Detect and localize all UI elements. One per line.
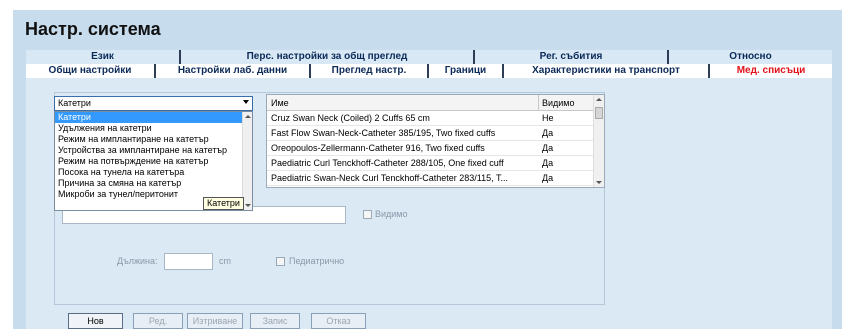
category-dropdown-list: Катетри Удължения на катетри Режим на импл… (54, 111, 253, 211)
dropdown-scrollbar[interactable] (242, 112, 252, 210)
edit-button[interactable]: Ред. (133, 313, 183, 329)
page-title: Настр. система (25, 19, 161, 39)
scroll-down-icon[interactable] (245, 204, 251, 207)
cell-name: Fast Flow Swan-Neck-Catheter 385/195, Tw… (271, 128, 496, 138)
visible-label: Видимо (375, 209, 408, 219)
cell-visible: Да (542, 173, 554, 183)
cell-visible: Да (542, 143, 554, 153)
column-header-name[interactable]: Име (267, 95, 539, 111)
tab-event-log[interactable]: Рег. събития (475, 50, 669, 64)
table-scrollbar[interactable] (593, 95, 604, 187)
dropdown-option[interactable]: Режим на имплантиране на катетър (55, 134, 243, 145)
tab-lab-data-settings[interactable]: Настройки лаб. данни (156, 64, 311, 78)
dropdown-option[interactable]: Устройства за имплантиране на катетър (55, 145, 243, 156)
tab-overview-settings[interactable]: Преглед настр. (311, 64, 429, 78)
category-options: Катетри Удължения на катетри Режим на импл… (55, 112, 243, 200)
cancel-button[interactable]: Отказ (311, 313, 366, 329)
category-select-value: Катетри (58, 98, 91, 108)
tab-language[interactable]: Език (26, 50, 181, 64)
tab-row-bottom: Общи настройки Настройки лаб. данни Прег… (26, 64, 832, 78)
delete-button[interactable]: Изтриване (187, 313, 243, 329)
length-unit: cm (219, 256, 231, 266)
tab-row-top: Език Перс. настройки за общ преглед Рег.… (26, 50, 832, 64)
tab-about[interactable]: Относно (669, 50, 832, 64)
tab-limits[interactable]: Граници (429, 64, 504, 78)
table-row[interactable]: Oreopoulos-Zellermann-Catheter 916, Two … (267, 141, 594, 156)
length-label: Дължина: (117, 256, 158, 266)
tab-general-settings[interactable]: Общи настройки (26, 64, 156, 78)
length-input[interactable] (164, 253, 213, 270)
cell-name: Paediatric Curl Tenckhoff-Catheter 288/1… (271, 158, 504, 168)
tooltip: Катетри (203, 197, 244, 210)
new-button[interactable]: Нов (68, 313, 123, 329)
cell-visible: Да (542, 128, 554, 138)
scroll-up-icon[interactable] (245, 115, 251, 118)
tab-personal-overview[interactable]: Перс. настройки за общ преглед (181, 50, 475, 64)
table-row[interactable]: Cruz Swan Neck (Coiled) 2 Cuffs 65 cm Не (267, 111, 594, 126)
scroll-up-icon[interactable] (596, 98, 602, 101)
dropdown-option[interactable]: Режим на потвърждение на катетър (55, 156, 243, 167)
table-row[interactable]: Paediatric Swan-Neck Curl Tenckhoff-Cath… (267, 171, 594, 186)
cell-visible: Не (542, 113, 554, 123)
cell-name: Paediatric Swan-Neck Curl Tenckhoff-Cath… (271, 173, 508, 183)
scroll-down-icon[interactable] (596, 181, 602, 184)
table-row[interactable]: Fast Flow Swan-Neck-Catheter 385/195, Tw… (267, 126, 594, 141)
dropdown-option[interactable]: Причина за смяна на катетър (55, 178, 243, 189)
scroll-thumb[interactable] (595, 107, 603, 119)
table-header: Име Видимо (267, 95, 594, 111)
pediatric-label: Педиатрично (289, 256, 345, 266)
table-row[interactable]: Paediatric Curl Tenckhoff-Catheter 288/1… (267, 156, 594, 171)
dropdown-option[interactable]: Посока на тунела на катетъра (55, 167, 243, 178)
pediatric-checkbox[interactable] (276, 257, 285, 266)
chevron-down-icon[interactable] (243, 100, 249, 104)
dropdown-option[interactable]: Удължения на катетри (55, 123, 243, 134)
visible-checkbox[interactable] (363, 210, 372, 219)
save-button[interactable]: Запис (250, 313, 300, 329)
table-body: Cruz Swan Neck (Coiled) 2 Cuffs 65 cm Не F… (267, 111, 594, 186)
dropdown-option[interactable]: Катетри (55, 112, 243, 123)
items-table: Име Видимо Cruz Swan Neck (Coiled) 2 Cuf… (266, 94, 605, 188)
cell-name: Oreopoulos-Zellermann-Catheter 916, Two … (271, 143, 485, 153)
column-header-visible[interactable]: Видимо (539, 95, 594, 111)
tab-transport-characteristics[interactable]: Характеристики на транспорт (504, 64, 710, 78)
tab-medical-lists[interactable]: Мед. списъци (710, 64, 832, 78)
cell-name: Cruz Swan Neck (Coiled) 2 Cuffs 65 cm (271, 113, 430, 123)
cell-visible: Да (542, 158, 554, 168)
category-select[interactable]: Катетри (54, 96, 253, 111)
